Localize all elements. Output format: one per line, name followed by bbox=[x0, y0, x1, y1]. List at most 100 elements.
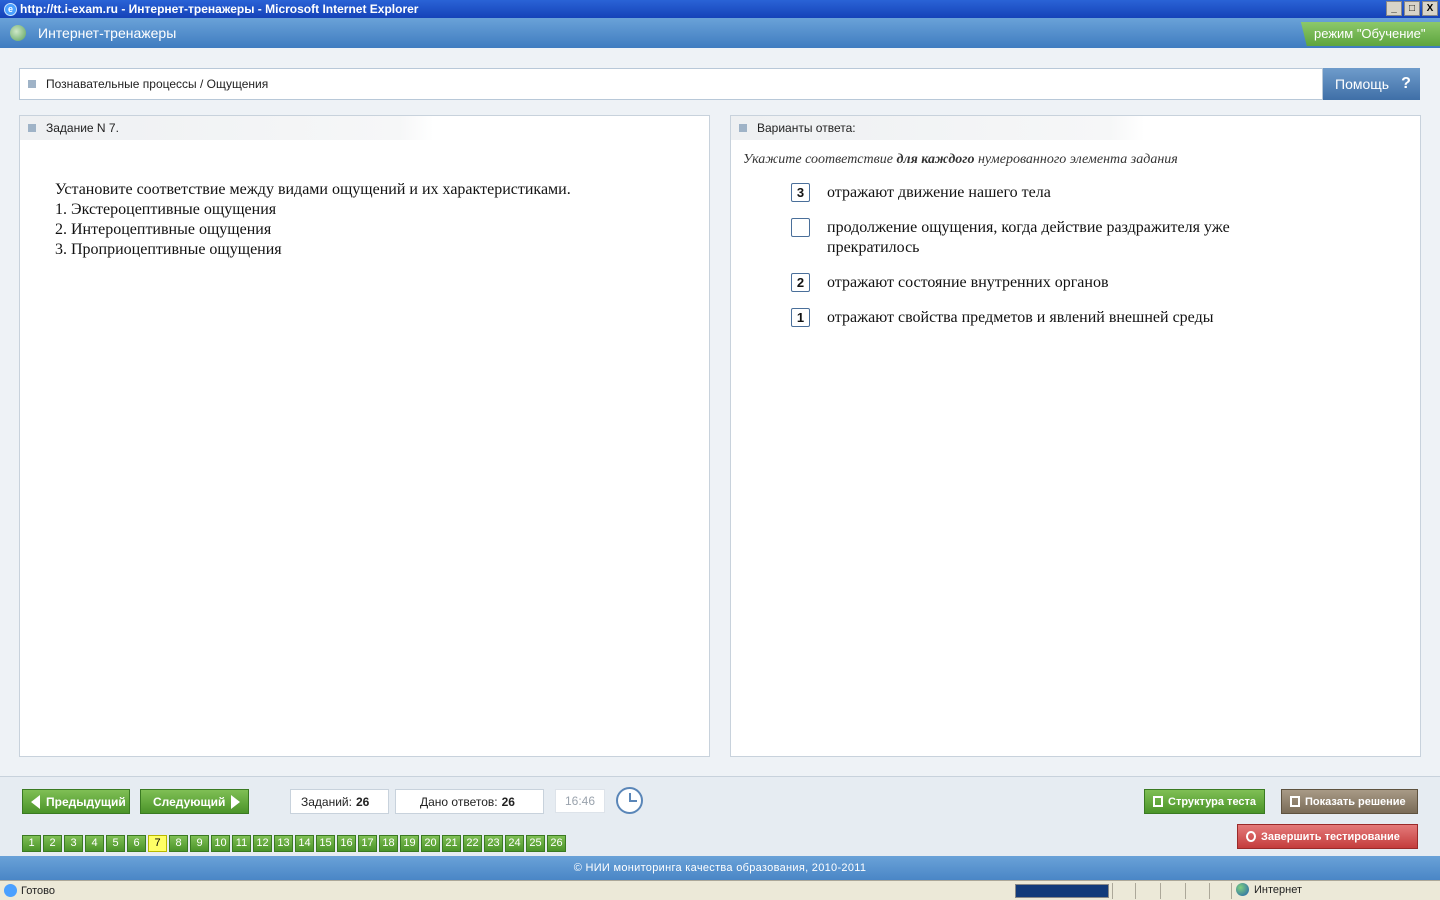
page-button[interactable]: 16 bbox=[337, 835, 356, 852]
bullet-square-icon bbox=[739, 124, 747, 132]
test-structure-label: Структура теста bbox=[1168, 795, 1257, 808]
answer-option-text: отражают состояние внутренних органов bbox=[827, 274, 1109, 291]
window-title: http://tt.i-exam.ru - Интернет-тренажеры… bbox=[20, 2, 419, 16]
answer-option-text: продолжение ощущения, когда действие раз… bbox=[827, 219, 1230, 256]
ie-icon: e bbox=[4, 2, 17, 16]
document-icon bbox=[1153, 796, 1163, 807]
next-button[interactable]: Следующий bbox=[140, 789, 249, 814]
task-panel-header: Задание N 7. bbox=[20, 116, 709, 140]
page-button[interactable]: 15 bbox=[316, 835, 335, 852]
answers-header: Варианты ответа: bbox=[757, 121, 856, 135]
tasks-counter: Заданий: 26 bbox=[290, 789, 389, 814]
breadcrumb-text: Познавательные процессы / Ощущения bbox=[46, 77, 269, 91]
page-button[interactable]: 6 bbox=[127, 835, 146, 852]
finish-test-label: Завершить тестирование bbox=[1261, 830, 1400, 843]
page-button[interactable]: 10 bbox=[211, 835, 230, 852]
task-panel: Задание N 7. Установите соответствие меж… bbox=[19, 115, 710, 757]
answer-number-input[interactable]: 2 bbox=[791, 273, 810, 292]
page-button[interactable]: 4 bbox=[85, 835, 104, 852]
close-button[interactable]: X bbox=[1422, 1, 1438, 16]
security-zone: Интернет bbox=[1236, 883, 1302, 896]
page-button[interactable]: 9 bbox=[190, 835, 209, 852]
instruction-text: Укажите соответствие bbox=[743, 152, 897, 167]
prev-button[interactable]: Предыдущий bbox=[22, 789, 130, 814]
page-button-current[interactable]: 7 bbox=[148, 835, 167, 852]
task-number: Задание N 7. bbox=[46, 121, 119, 135]
page-button[interactable]: 25 bbox=[526, 835, 545, 852]
instruction-emphasis: для каждого bbox=[896, 152, 975, 167]
next-label: Следующий bbox=[153, 794, 226, 809]
page-button[interactable]: 8 bbox=[169, 835, 188, 852]
page-button[interactable]: 14 bbox=[295, 835, 314, 852]
test-structure-button[interactable]: Структура теста bbox=[1144, 789, 1265, 814]
show-solution-label: Показать решение bbox=[1305, 795, 1406, 808]
show-solution-button[interactable]: Показать решение bbox=[1281, 789, 1418, 814]
finish-test-button[interactable]: Завершить тестирование bbox=[1237, 824, 1418, 849]
arrow-left-icon bbox=[31, 794, 40, 809]
status-divider bbox=[1135, 883, 1136, 899]
globe-icon bbox=[1236, 883, 1249, 896]
status-divider bbox=[1209, 883, 1210, 899]
page-button[interactable]: 24 bbox=[505, 835, 524, 852]
progress-bar bbox=[1015, 884, 1109, 898]
mode-badge: режим "Обучение" bbox=[1300, 22, 1440, 46]
page-button[interactable]: 26 bbox=[547, 835, 566, 852]
question-icon: ? bbox=[1401, 75, 1411, 92]
page-button[interactable]: 5 bbox=[106, 835, 125, 852]
minimize-button[interactable]: _ bbox=[1386, 1, 1402, 16]
task-item: 1. Экстероцептивные ощущения bbox=[55, 201, 277, 218]
task-item: 2. Интероцептивные ощущения bbox=[55, 221, 272, 238]
instruction-text: нумерованного элемента задания bbox=[974, 152, 1178, 167]
maximize-button[interactable]: □ bbox=[1404, 1, 1420, 16]
answer-option: 2 отражают состояние внутренних органов bbox=[791, 273, 1297, 293]
app-header: Интернет-тренажеры режим "Обучение" bbox=[0, 18, 1440, 48]
answer-option: 1 отражают свойства предметов и явлений … bbox=[791, 308, 1297, 328]
page-button[interactable]: 13 bbox=[274, 835, 293, 852]
answered-label: Дано ответов: bbox=[420, 794, 498, 809]
answers-panel-header: Варианты ответа: bbox=[731, 116, 1420, 140]
answered-value: 26 bbox=[501, 794, 515, 809]
page-status-icon bbox=[4, 884, 17, 897]
page-button[interactable]: 3 bbox=[64, 835, 83, 852]
answer-number-input[interactable] bbox=[791, 218, 810, 237]
answer-option-text: отражают движение нашего тела bbox=[827, 184, 1051, 201]
page-button[interactable]: 18 bbox=[379, 835, 398, 852]
runner-icon bbox=[1246, 831, 1256, 842]
prev-label: Предыдущий bbox=[46, 794, 126, 809]
browser-statusbar: Готово Интернет bbox=[0, 880, 1440, 900]
task-text: Установите соответствие между видами ощу… bbox=[55, 180, 571, 260]
status-divider bbox=[1112, 883, 1113, 899]
bullet-square-icon bbox=[28, 80, 36, 88]
window-titlebar: e http://tt.i-exam.ru - Интернет-тренаже… bbox=[0, 0, 1440, 18]
arrow-right-icon bbox=[231, 794, 241, 809]
status-divider bbox=[1231, 883, 1232, 899]
page-button[interactable]: 11 bbox=[232, 835, 251, 852]
task-question: Установите соответствие между видами ощу… bbox=[55, 181, 571, 198]
answered-counter: Дано ответов: 26 bbox=[395, 789, 544, 814]
page-button[interactable]: 12 bbox=[253, 835, 272, 852]
status-divider bbox=[1160, 883, 1161, 899]
page-button[interactable]: 1 bbox=[22, 835, 41, 852]
answer-option: продолжение ощущения, когда действие раз… bbox=[791, 218, 1297, 258]
page-button[interactable]: 22 bbox=[463, 835, 482, 852]
tasks-value: 26 bbox=[355, 794, 370, 809]
page-button[interactable]: 21 bbox=[442, 835, 461, 852]
page-button[interactable]: 23 bbox=[484, 835, 503, 852]
status-text: Готово bbox=[21, 884, 55, 897]
answer-option-text: отражают свойства предметов и явлений вн… bbox=[827, 309, 1214, 326]
page-button[interactable]: 19 bbox=[400, 835, 419, 852]
copyright-footer: © НИИ мониторинга качества образования, … bbox=[0, 856, 1440, 880]
tasks-label: Заданий: bbox=[301, 794, 352, 809]
app-title: Интернет-тренажеры bbox=[38, 25, 177, 41]
book-icon bbox=[1290, 796, 1300, 807]
help-button[interactable]: Помощь ? bbox=[1323, 68, 1420, 100]
page-navigator: 1 2 3 4 5 6 7 8 9 10 11 12 13 14 15 16 17 18 19 20 21 22 23 24 2… bbox=[22, 835, 566, 852]
answer-number-input[interactable]: 1 bbox=[791, 308, 810, 327]
page-button[interactable]: 2 bbox=[43, 835, 62, 852]
page-button[interactable]: 17 bbox=[358, 835, 377, 852]
timer: 16:46 bbox=[555, 789, 605, 813]
help-label: Помощь bbox=[1335, 76, 1390, 92]
page-button[interactable]: 20 bbox=[421, 835, 440, 852]
answer-number-input[interactable]: 3 bbox=[791, 183, 810, 202]
answers-panel: Варианты ответа: Укажите соответствие дл… bbox=[730, 115, 1421, 757]
